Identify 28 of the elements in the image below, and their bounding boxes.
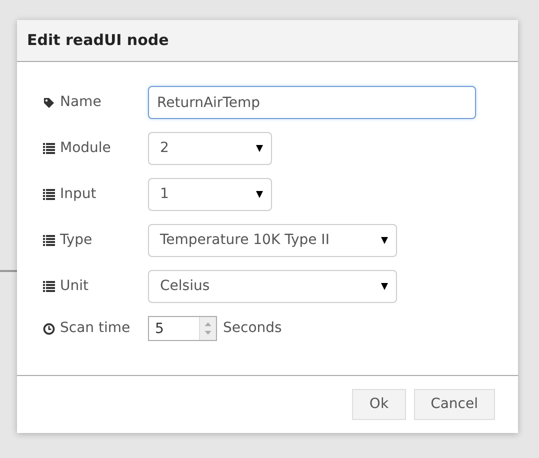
dialog-button[interactable]: Cancel: [414, 389, 495, 420]
name-field[interactable]: ReturnAirTemp: [148, 86, 476, 119]
dialog-title: Edit readUI node: [27, 30, 169, 52]
clock-icon: [43, 322, 55, 334]
select-dropdown[interactable]: Celsius: [148, 270, 397, 303]
select-dropdown[interactable]: Temperature 10K Type II: [148, 224, 397, 257]
list-icon: [43, 281, 55, 292]
number-field[interactable]: 5: [148, 316, 217, 341]
select-dropdown[interactable]: 2: [148, 132, 272, 165]
caret-icon: [381, 283, 388, 290]
connector-line: [0, 270, 17, 272]
spinner-arrows-icon[interactable]: [199, 317, 216, 340]
caret-icon: [256, 191, 263, 198]
caret-icon: [381, 237, 388, 244]
field-label: Input: [60, 185, 96, 204]
field-label: Scan time: [60, 319, 130, 338]
list-icon: [43, 189, 55, 200]
caret-icon: [256, 145, 263, 152]
list-icon: [43, 143, 55, 154]
tag-icon: [43, 96, 55, 108]
list-icon: [43, 235, 55, 246]
dialog-button[interactable]: Ok: [352, 389, 406, 420]
field-label: Type: [60, 231, 92, 250]
field-label: Module: [60, 139, 111, 158]
field-label: Name: [60, 93, 102, 112]
field-label: Unit: [60, 277, 88, 296]
select-dropdown[interactable]: 1: [148, 178, 272, 211]
unit-label: Seconds: [223, 319, 282, 338]
